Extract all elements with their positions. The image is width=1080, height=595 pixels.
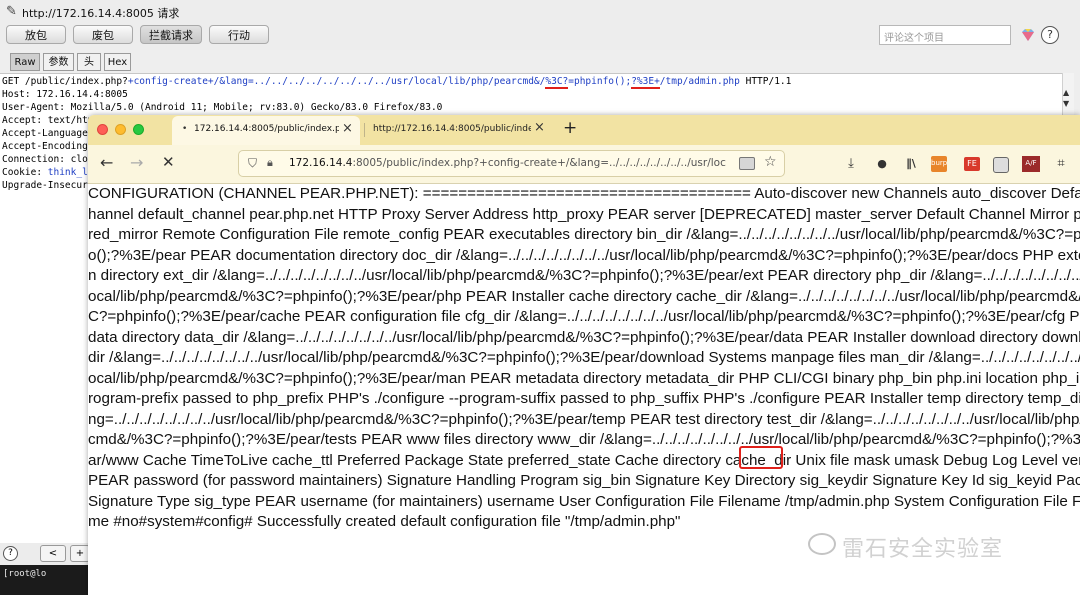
library-icon[interactable]: ∥\	[903, 157, 919, 171]
wechat-logo-icon	[808, 533, 836, 555]
bookmark-star-icon[interactable]: ☆	[764, 154, 777, 170]
edit-icon: ✎	[6, 4, 17, 19]
request-title: http://172.16.14.4:8005 请求	[22, 7, 180, 20]
container-icon[interactable]: ●	[874, 157, 890, 171]
tab-headers[interactable]: 头	[77, 53, 101, 71]
pear-config-output: CONFIGURATION (CHANNEL PEAR.PHP.NET): ==…	[88, 185, 1080, 530]
tracking-shield-icon[interactable]: ⛉	[248, 156, 257, 171]
forward-button[interactable]: 放包	[6, 25, 66, 44]
address-bar[interactable]: ⛉ 🔒︎ 172.16.14.4:8005/public/index.php?+…	[238, 150, 785, 177]
comment-input[interactable]: 评论这个项目	[879, 25, 1011, 45]
close-window-button[interactable]	[97, 124, 108, 135]
reader-view-icon[interactable]	[739, 157, 755, 170]
tab-raw[interactable]: Raw	[10, 53, 40, 71]
terminal-prompt: [root@lo	[3, 569, 47, 579]
search-next-button[interactable]: +	[70, 545, 90, 562]
close-tab-icon[interactable]: ×	[534, 120, 545, 135]
close-tab-icon[interactable]: ×	[342, 121, 353, 136]
accept-language-header: Accept-Language:	[2, 128, 94, 139]
stop-loading-icon[interactable]: ✕	[162, 153, 175, 171]
bottom-help-icon[interactable]: ?	[3, 546, 18, 561]
highlight-gem-icon[interactable]	[1020, 27, 1036, 43]
url-text: 172.16.14.4:8005/public/index.php?+confi…	[289, 157, 726, 169]
extension-icon[interactable]	[993, 157, 1009, 173]
burp-extension-icon[interactable]: burp	[931, 156, 947, 172]
upgrade-header: Upgrade-Insecure	[2, 180, 94, 191]
forward-arrow-icon[interactable]: →	[130, 153, 143, 172]
addon-af-icon[interactable]: A/F	[1022, 156, 1040, 172]
screenshot-crop-icon[interactable]: ⌗	[1054, 157, 1068, 171]
loading-dot-icon: •	[182, 124, 188, 134]
tab-params[interactable]: 参数	[43, 53, 74, 71]
action-button[interactable]: 行动	[209, 25, 269, 44]
zoom-window-button[interactable]	[133, 124, 144, 135]
tab-inactive-label[interactable]: http://172.16.14.4:8005/public/index.php	[373, 124, 531, 134]
intercept-toggle-button[interactable]: 拦截请求	[140, 25, 202, 44]
highlighted-payload: ;?%3E	[508, 410, 554, 428]
firefox-window: • 172.16.14.4:8005/public/index.php? × h…	[88, 115, 1080, 595]
search-prev-button[interactable]: <	[40, 545, 66, 562]
site-info-icon[interactable]: 🔒︎	[267, 156, 273, 170]
scroll-up-icon[interactable]: ▲	[1063, 88, 1069, 97]
accept-encoding-header: Accept-Encoding:	[2, 141, 94, 152]
user-agent-header: User-Agent: Mozilla/5.0 (Android 11; Mob…	[2, 102, 443, 113]
tab-separator	[364, 123, 365, 137]
request-line: GET /public/index.php?+config-create+/&l…	[2, 76, 792, 89]
back-arrow-icon[interactable]: ←	[100, 153, 113, 172]
connection-header: Connection: close	[2, 154, 100, 165]
drop-button[interactable]: 废包	[73, 25, 133, 44]
message-tabs: Raw 参数 头 Hex	[0, 53, 1080, 71]
download-icon[interactable]: ⤓	[844, 157, 858, 171]
red-highlight-box	[739, 446, 783, 469]
scroll-down-icon[interactable]: ▼	[1063, 99, 1069, 108]
navigation-toolbar: ← → ✕ ⛉ 🔒︎ 172.16.14.4:8005/public/index…	[88, 145, 1080, 184]
new-tab-button[interactable]: +	[563, 118, 577, 138]
watermark: 雷石安全实验室	[808, 530, 1058, 562]
tab-hex[interactable]: Hex	[104, 53, 131, 71]
tab-bar: • 172.16.14.4:8005/public/index.php? × h…	[88, 115, 1080, 145]
tab-label: 172.16.14.4:8005/public/index.php?	[194, 124, 339, 134]
host-header: Host: 172.16.14.4:8005	[2, 89, 128, 100]
fe-extension-icon[interactable]: FE	[964, 157, 980, 171]
watermark-text: 雷石安全实验室	[842, 537, 1004, 562]
tab-active[interactable]: • 172.16.14.4:8005/public/index.php? ×	[172, 116, 360, 145]
help-icon[interactable]: ?	[1041, 26, 1059, 44]
minimize-window-button[interactable]	[115, 124, 126, 135]
